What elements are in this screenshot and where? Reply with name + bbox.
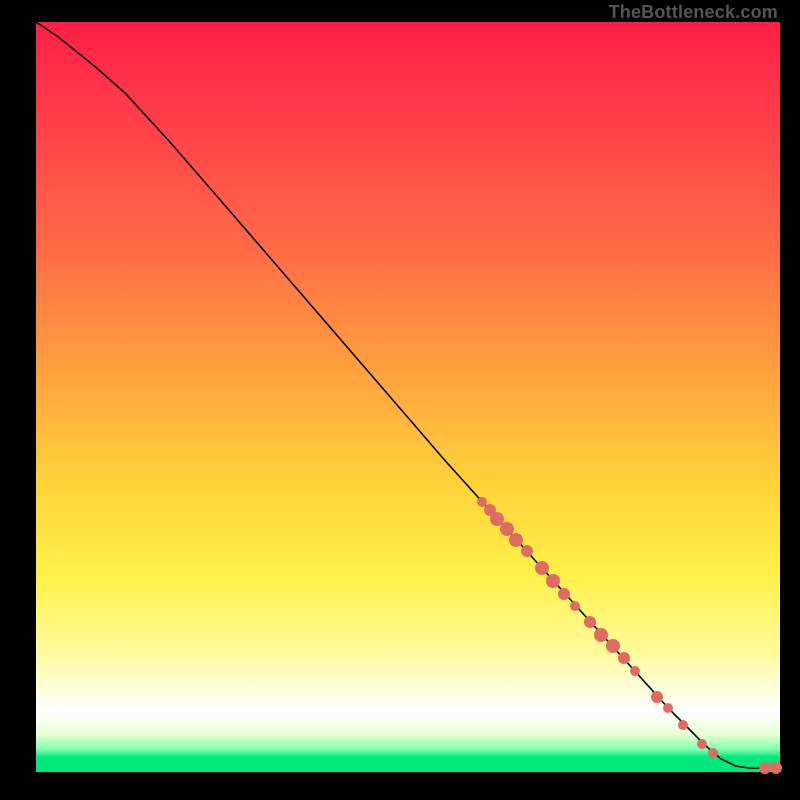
- chart-stage: TheBottleneck.com: [0, 0, 800, 800]
- data-point: [521, 545, 533, 557]
- data-point: [584, 616, 596, 628]
- credit-label: TheBottleneck.com: [609, 2, 778, 23]
- data-point: [630, 666, 640, 676]
- data-point: [697, 739, 707, 749]
- chart-plot-area: [36, 22, 780, 772]
- data-point: [606, 639, 620, 653]
- bottleneck-curve: [36, 22, 780, 768]
- data-point: [618, 652, 630, 664]
- data-point: [546, 574, 560, 588]
- data-point: [535, 561, 549, 575]
- data-point: [663, 703, 673, 713]
- data-point: [594, 628, 608, 642]
- data-point: [558, 588, 570, 600]
- data-point: [570, 601, 580, 611]
- data-point: [770, 762, 782, 774]
- data-point: [509, 533, 523, 547]
- line-chart-svg: [36, 22, 780, 772]
- data-point: [651, 691, 663, 703]
- data-point: [708, 748, 718, 758]
- data-point: [678, 720, 688, 730]
